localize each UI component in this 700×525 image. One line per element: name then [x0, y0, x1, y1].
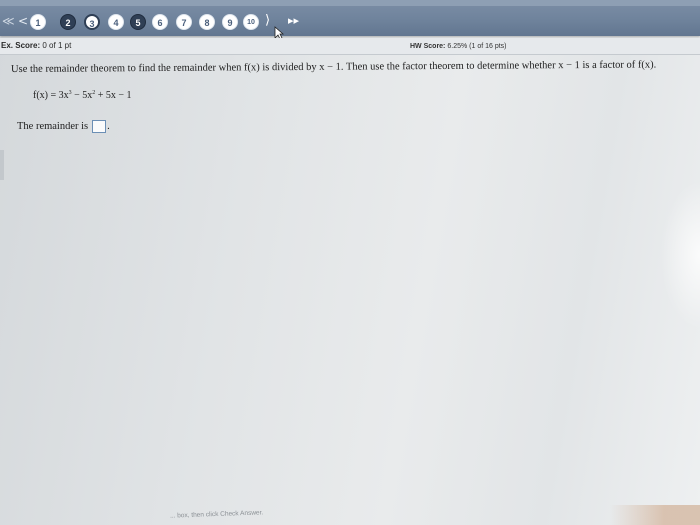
question-3-button[interactable]: 3 — [84, 14, 100, 30]
question-8-button[interactable]: 8 — [199, 14, 215, 30]
homework-score-value: 6.25% (1 of 16 pts) — [447, 43, 507, 50]
question-9-button[interactable]: 9 — [222, 14, 238, 30]
exercise-score: Ex. Score: 0 of 1 pt — [1, 41, 71, 50]
double-chevron-right-icon[interactable]: ▸▸ — [288, 13, 299, 29]
screen: ≪ < 1 2 3 4 5 6 7 8 9 10 ⟩ ▸▸ Ex. Score:… — [0, 0, 700, 525]
answer-suffix: . — [107, 121, 110, 132]
question-1-button[interactable]: 1 — [30, 14, 46, 30]
question-2-button[interactable]: 2 — [60, 14, 76, 30]
question-prompt: Use the remainder theorem to find the re… — [11, 59, 657, 75]
question-6-button[interactable]: 6 — [152, 14, 168, 30]
answer-row: The remainder is . — [17, 120, 110, 133]
bottom-corner-shade — [610, 505, 700, 525]
screen-glare — [660, 180, 700, 330]
chevron-left-icon[interactable]: < — [18, 13, 28, 29]
function-term-1: f(x) = 3x — [33, 90, 69, 101]
question-10-button[interactable]: 10 — [243, 14, 259, 30]
question-4-button[interactable]: 4 — [108, 14, 124, 30]
question-7-button[interactable]: 7 — [176, 14, 192, 30]
function-term-2: − 5x — [71, 90, 93, 101]
exercise-score-label: Ex. Score: — [1, 41, 41, 50]
homework-score-label: HW Score: — [410, 43, 446, 50]
question-navigation-bar: ≪ < 1 2 3 4 5 6 7 8 9 10 ⟩ ▸▸ — [0, 0, 700, 40]
answer-label: The remainder is — [17, 121, 89, 132]
function-term-3: + 5x − 1 — [95, 90, 132, 101]
chevron-right-icon[interactable]: ⟩ — [265, 13, 270, 29]
remainder-answer-input[interactable] — [92, 120, 107, 133]
exercise-score-value: 0 of 1 pt — [42, 41, 72, 50]
question-5-button[interactable]: 5 — [130, 14, 146, 30]
score-bar: Ex. Score: 0 of 1 pt HW Score: 6.25% (1 … — [0, 38, 700, 55]
left-panel-edge — [0, 150, 4, 180]
double-chevron-left-icon[interactable]: ≪ — [2, 13, 15, 29]
homework-score: HW Score: 6.25% (1 of 16 pts) — [410, 43, 507, 50]
function-expression: f(x) = 3x3 − 5x2 + 5x − 1 — [33, 90, 132, 101]
footer-hint: ... box, then click Check Answer. — [169, 509, 264, 520]
